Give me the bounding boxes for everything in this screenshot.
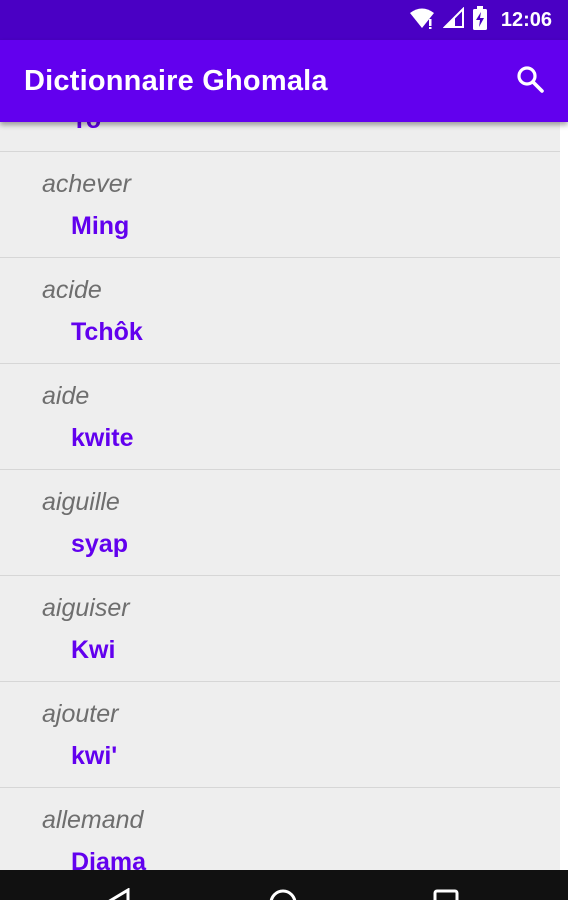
list-item[interactable]: aide kwite (0, 364, 560, 470)
ghomala-word: syap (71, 530, 128, 558)
ghomala-word: Yo (71, 122, 101, 135)
ghomala-word: Kwi (71, 636, 116, 664)
app-bar: Dictionnaire Ghomala (0, 40, 568, 122)
ghomala-word: kwi' (71, 742, 118, 770)
list-item[interactable]: Yo (0, 122, 560, 152)
back-icon[interactable] (104, 887, 132, 900)
search-button[interactable] (510, 61, 550, 101)
battery-charging-icon (472, 5, 487, 35)
status-bar: 12:06 (0, 0, 568, 40)
word-list-inner: Yo achever Ming acide Tchôk aide kwite a… (0, 122, 560, 870)
french-word: achever (42, 170, 131, 198)
home-icon[interactable] (268, 888, 298, 900)
scroll-edge (560, 122, 568, 870)
french-word: acide (42, 276, 102, 304)
app-title: Dictionnaire Ghomala (24, 64, 328, 97)
wifi-icon (409, 7, 435, 34)
recents-icon[interactable] (432, 888, 460, 900)
search-icon (516, 65, 544, 98)
french-word: aiguille (42, 488, 120, 516)
list-item[interactable]: ajouter kwi' (0, 682, 560, 788)
screen: 12:06 Dictionnaire Ghomala Yo achever Mi… (0, 0, 568, 900)
french-word: aide (42, 382, 90, 410)
word-list[interactable]: Yo achever Ming acide Tchôk aide kwite a… (0, 122, 560, 870)
status-time: 12:06 (500, 8, 552, 31)
french-word: aiguiser (42, 594, 130, 622)
list-item[interactable]: achever Ming (0, 152, 560, 258)
ghomala-word: Tchôk (71, 318, 143, 346)
ghomala-word: Djama (71, 848, 147, 870)
list-item[interactable]: aiguiser Kwi (0, 576, 560, 682)
list-item[interactable]: acide Tchôk (0, 258, 560, 364)
french-word: ajouter (42, 700, 119, 728)
ghomala-word: Ming (71, 212, 130, 240)
navigation-bar (0, 870, 568, 900)
ghomala-word: kwite (71, 424, 134, 452)
signal-icon (442, 6, 465, 34)
status-icons: 12:06 (409, 5, 552, 35)
list-item[interactable]: allemand Djama (0, 788, 560, 870)
list-item[interactable]: aiguille syap (0, 470, 560, 576)
french-word: allemand (42, 806, 144, 834)
